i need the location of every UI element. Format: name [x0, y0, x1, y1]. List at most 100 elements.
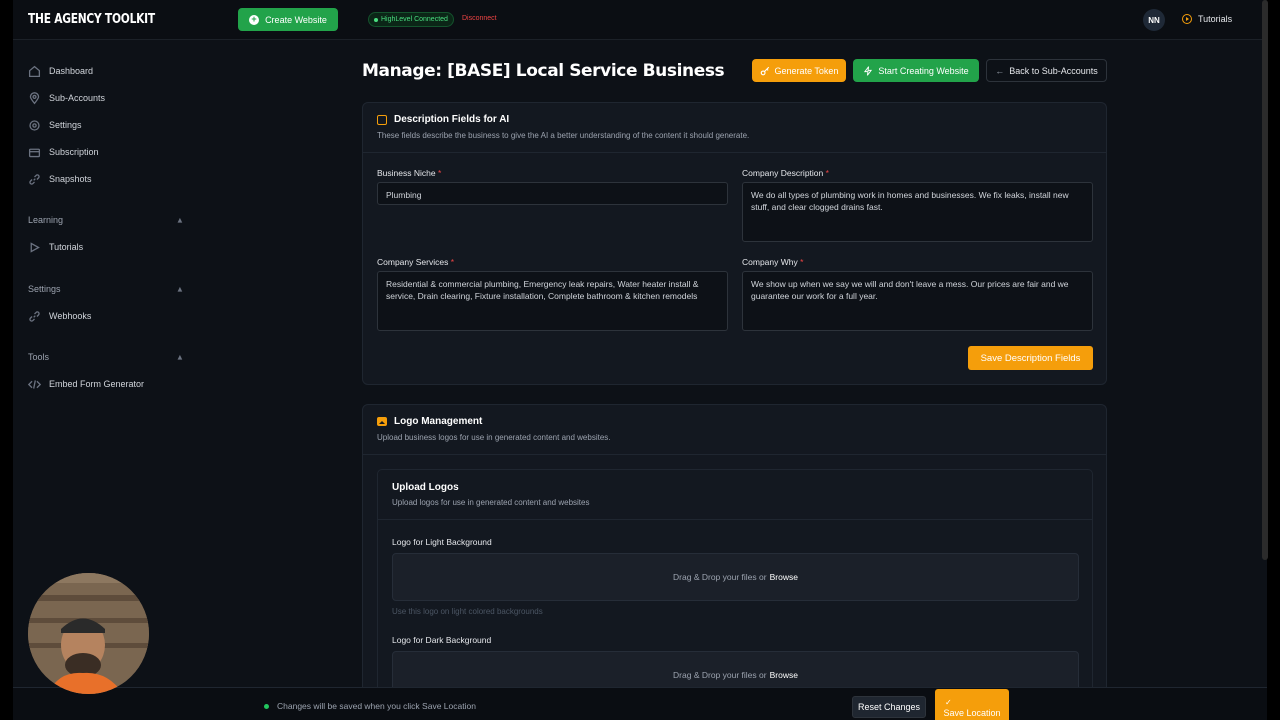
company-description-label-text: Company Description [742, 168, 824, 178]
link-icon [29, 173, 40, 185]
sidebar-item-label: Settings [49, 120, 82, 130]
sidebar-section-learning[interactable]: Learning ▼ [28, 215, 184, 225]
sidebar-item-sub-accounts[interactable]: Sub-Accounts [28, 90, 105, 106]
light-logo-hint: Use this logo on light colored backgroun… [392, 607, 543, 616]
sidebar-item-label: Embed Form Generator [49, 379, 145, 389]
back-to-sub-accounts-button[interactable]: ← Back to Sub-Accounts [986, 59, 1107, 82]
connection-status-label: HighLevel Connected [381, 16, 448, 23]
light-logo-dropzone[interactable]: Drag & Drop your files or Browse [392, 553, 1079, 601]
tutorials-label: Tutorials [1198, 14, 1233, 24]
description-fields-card: Description Fields for AI These fields d… [362, 102, 1107, 385]
company-services-textarea[interactable]: Residential & commercial plumbing, Emerg… [377, 271, 728, 331]
sidebar-item-label: Dashboard [49, 66, 94, 76]
card-subtitle: These fields describe the business to gi… [377, 131, 750, 140]
status-dot-icon [374, 17, 378, 22]
required-mark: * [825, 168, 829, 178]
upload-logos-section: Upload Logos Upload logos for use in gen… [377, 469, 1093, 705]
company-description-label: Company Description * [742, 168, 829, 178]
home-icon [28, 65, 41, 77]
company-why-label: Company Why * [742, 257, 803, 267]
company-services-label-text: Company Services [377, 257, 449, 267]
app-window: THE AGENCY TOOLKIT + Create Website High… [13, 0, 1267, 720]
code-icon [28, 379, 41, 389]
sidebar-item-label: Webhooks [49, 311, 92, 321]
sidebar-item-label: Subscription [49, 147, 99, 157]
browse-link[interactable]: Browse [770, 670, 798, 680]
required-mark: * [450, 257, 455, 267]
company-why-textarea[interactable]: We show up when we say we will and don't… [742, 271, 1093, 331]
chevron-up-icon: ▼ [176, 352, 184, 362]
page-title: Manage: [BASE] Local Service Business [362, 61, 725, 81]
connection-status-badge: HighLevel Connected [368, 12, 454, 27]
image-icon [377, 417, 387, 426]
app-logo[interactable]: THE AGENCY TOOLKIT [28, 12, 155, 27]
generate-token-button[interactable]: Generate Token [752, 59, 846, 82]
section-title: Tools [28, 352, 50, 362]
top-bar: THE AGENCY TOOLKIT + Create Website High… [13, 0, 1267, 40]
section-title: Learning [28, 215, 64, 225]
back-label: Back to Sub-Accounts [1009, 65, 1098, 76]
start-creating-label: Start Creating Website [878, 65, 969, 76]
gear-icon [29, 119, 40, 131]
disconnect-link[interactable]: Disconnect [462, 15, 497, 22]
browse-link[interactable]: Browse [770, 572, 798, 582]
play-circle-icon [1182, 14, 1192, 24]
required-mark: * [800, 257, 804, 267]
save-bar: Changes will be saved when you click Sav… [13, 687, 1267, 720]
light-logo-label: Logo for Light Background [392, 537, 492, 547]
reset-changes-button[interactable]: Reset Changes [852, 696, 926, 718]
card-title: Logo Management [377, 416, 610, 427]
drop-text: Drag & Drop your files or [673, 572, 767, 582]
presenter-video-image [28, 573, 149, 694]
create-website-button[interactable]: + Create Website [238, 8, 338, 31]
webhook-icon [29, 310, 40, 322]
check-icon: ✓ [945, 698, 952, 707]
company-description-textarea[interactable]: We do all types of plumbing work in home… [742, 182, 1093, 242]
card-title: Description Fields for AI [377, 114, 749, 125]
create-website-label: Create Website [265, 14, 327, 25]
edit-icon [377, 114, 387, 125]
save-location-button[interactable]: ✓ Save Location [935, 689, 1009, 720]
save-description-fields-button[interactable]: Save Description Fields [968, 346, 1093, 370]
save-note-text: Changes will be saved when you click Sav… [277, 701, 476, 711]
sidebar-item-dashboard[interactable]: Dashboard [28, 63, 93, 79]
chevron-up-icon: ▼ [176, 215, 184, 225]
dark-logo-label: Logo for Dark Background [392, 635, 492, 645]
divider [378, 519, 1092, 520]
sidebar-item-label: Tutorials [49, 242, 84, 252]
arrow-left-icon: ← [995, 65, 1005, 76]
webcam-overlay [28, 573, 149, 694]
sidebar-item-tutorials[interactable]: Tutorials [28, 239, 83, 255]
sidebar-section-tools[interactable]: Tools ▼ [28, 352, 184, 362]
sidebar-item-label: Snapshots [49, 174, 92, 184]
sidebar-item-snapshots[interactable]: Snapshots [28, 171, 92, 187]
business-niche-label-text: Business Niche [377, 168, 436, 178]
divider [363, 454, 1106, 455]
sidebar-item-subscription[interactable]: Subscription [28, 144, 99, 160]
status-dot-icon [264, 703, 269, 709]
chevron-up-icon: ▼ [176, 284, 184, 294]
card-title-text: Logo Management [394, 416, 483, 427]
page-scrollbar[interactable] [1262, 0, 1268, 560]
key-icon [760, 66, 769, 75]
business-niche-label: Business Niche * [377, 168, 441, 178]
business-niche-input[interactable]: Plumbing [377, 182, 728, 205]
required-mark: * [437, 168, 442, 178]
divider [363, 152, 1106, 153]
tutorials-link[interactable]: Tutorials [1182, 14, 1232, 24]
sidebar-item-label: Sub-Accounts [49, 93, 106, 103]
upload-logos-subtitle: Upload logos for use in generated conten… [392, 498, 590, 507]
save-note: Changes will be saved when you click Sav… [264, 701, 476, 711]
generate-token-label: Generate Token [774, 65, 839, 76]
save-location-label: Save Location [943, 708, 1001, 718]
upload-logos-title: Upload Logos [392, 482, 459, 493]
start-creating-website-button[interactable]: Start Creating Website [853, 59, 979, 82]
credit-card-icon [28, 148, 41, 157]
sidebar-item-settings[interactable]: Settings [28, 117, 82, 133]
user-avatar[interactable]: NN [1143, 9, 1165, 31]
sidebar-section-settings[interactable]: Settings ▼ [28, 284, 184, 294]
sidebar-item-embed-form-generator[interactable]: Embed Form Generator [28, 376, 144, 392]
sidebar-item-webhooks[interactable]: Webhooks [28, 308, 91, 324]
card-subtitle: Upload business logos for use in generat… [377, 433, 611, 442]
logo-management-card: Logo Management Upload business logos fo… [362, 404, 1107, 705]
